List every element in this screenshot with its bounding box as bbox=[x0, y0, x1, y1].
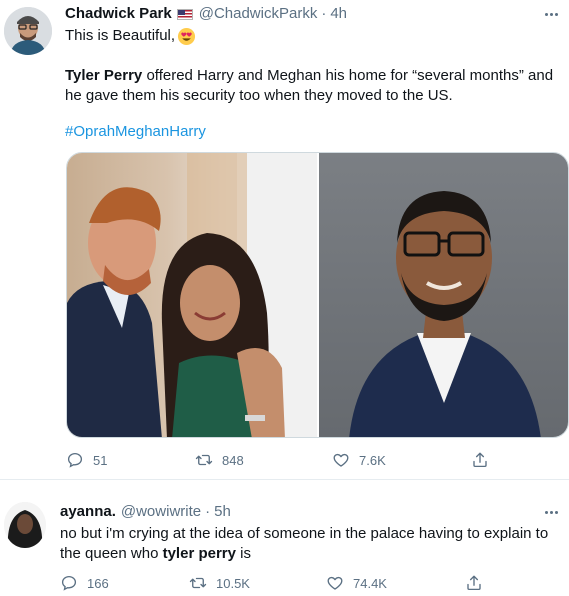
retweet-button[interactable]: 848 bbox=[195, 451, 244, 469]
share-button[interactable] bbox=[471, 451, 489, 469]
user-handle[interactable]: @ChadwickParkk bbox=[199, 4, 318, 24]
tweet-header: Chadwick Park @ChadwickParkk · 4h bbox=[65, 4, 347, 24]
reply-avatar[interactable] bbox=[4, 502, 46, 548]
tweet-media[interactable] bbox=[66, 152, 569, 438]
photo-couple-illustration bbox=[67, 153, 317, 437]
reply-reply-button[interactable]: 166 bbox=[60, 574, 109, 592]
reply-text-line2: the queen who tyler perry is bbox=[60, 544, 251, 564]
reply-count: 51 bbox=[93, 452, 108, 468]
reply-more-options-icon[interactable] bbox=[541, 502, 561, 522]
tweet-body-rest: offered Harry and Meghan his home for “s… bbox=[142, 67, 554, 84]
reply-display-name[interactable]: ayanna. bbox=[60, 502, 116, 522]
retweet-icon bbox=[195, 454, 213, 466]
tweet-text-intro: This is Beautiful, bbox=[65, 27, 176, 44]
separator-dot: · bbox=[321, 5, 327, 22]
reply-separator-dot: · bbox=[205, 503, 211, 520]
photo-tyler-perry[interactable] bbox=[318, 153, 568, 437]
us-flag-icon bbox=[176, 8, 193, 20]
reply-retweet-button[interactable]: 10.5K bbox=[189, 574, 250, 592]
like-count: 7.6K bbox=[359, 452, 386, 468]
tweet-body-bold: Tyler Perry bbox=[65, 67, 143, 84]
reply-text-bold: tyler perry bbox=[162, 545, 236, 562]
avatar-illustration bbox=[4, 7, 52, 55]
reply-icon bbox=[67, 452, 83, 468]
retweet-icon bbox=[189, 577, 207, 589]
more-options-icon[interactable] bbox=[541, 4, 561, 24]
tweet-text-line1: This is Beautiful, bbox=[65, 26, 196, 46]
reply-like-button[interactable]: 74.4K bbox=[326, 574, 387, 592]
reply-share-button[interactable] bbox=[465, 574, 483, 592]
reply-text-suffix: is bbox=[235, 545, 251, 562]
reply-icon bbox=[61, 575, 77, 591]
reply-text-prefix: the queen who bbox=[60, 545, 163, 562]
avatar[interactable] bbox=[4, 7, 52, 55]
reply-reply-count: 166 bbox=[87, 575, 109, 591]
photo-harry-meghan[interactable] bbox=[67, 153, 317, 437]
tweet-body-line1: Tyler Perry offered Harry and Meghan his… bbox=[65, 66, 553, 86]
retweet-count: 848 bbox=[222, 452, 244, 468]
photo-portrait-illustration bbox=[349, 191, 541, 437]
heart-icon bbox=[333, 453, 349, 467]
tweet-body-line2: he gave them his security too when they … bbox=[65, 87, 453, 104]
display-name[interactable]: Chadwick Park bbox=[65, 4, 172, 24]
share-icon bbox=[473, 452, 487, 468]
hashtag-link[interactable]: #OprahMeghanHarry bbox=[65, 122, 206, 142]
heart-icon bbox=[327, 576, 343, 590]
share-icon bbox=[467, 575, 481, 591]
reply-text-line1: no but i'm crying at the idea of someone… bbox=[60, 525, 549, 542]
reply-avatar-illustration bbox=[4, 502, 46, 548]
timestamp[interactable]: 4h bbox=[330, 4, 347, 24]
heart-eyes-emoji-icon bbox=[177, 27, 196, 45]
reply-like-count: 74.4K bbox=[353, 575, 387, 591]
reply-user-handle[interactable]: @wowiwrite bbox=[121, 502, 201, 522]
reply-header: ayanna. @wowiwrite · 5h bbox=[60, 502, 231, 522]
like-button[interactable]: 7.6K bbox=[332, 451, 386, 469]
reply-timestamp[interactable]: 5h bbox=[214, 502, 231, 522]
reply-button[interactable]: 51 bbox=[66, 451, 107, 469]
reply-retweet-count: 10.5K bbox=[216, 575, 250, 591]
